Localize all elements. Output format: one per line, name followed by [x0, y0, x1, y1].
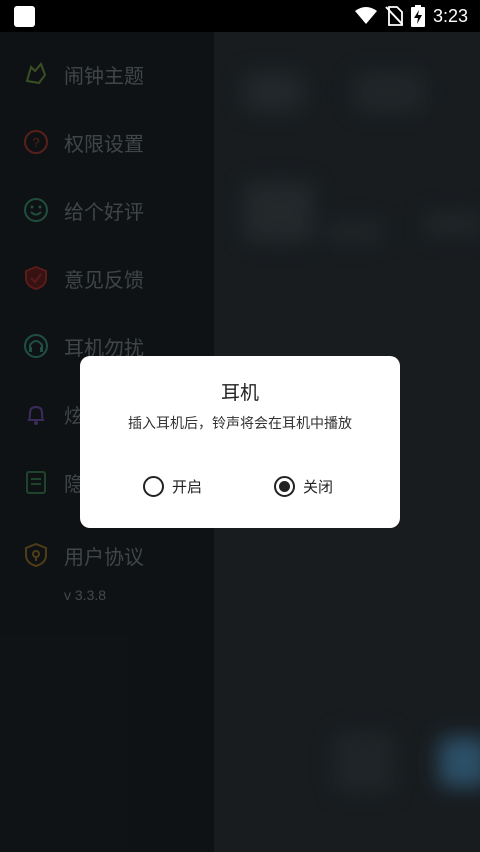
notification-icon — [14, 6, 35, 27]
wifi-icon — [354, 7, 377, 24]
no-sim-icon — [385, 6, 403, 26]
headphones-dialog: 耳机 插入耳机后，铃声将会在耳机中播放 开启 关闭 — [80, 356, 400, 528]
battery-charging-icon — [410, 5, 425, 27]
status-bar: 3:23 — [0, 0, 480, 32]
status-icons: 3:23 — [354, 0, 468, 32]
radio-option-off[interactable]: 关闭 — [274, 474, 333, 498]
radio-label: 关闭 — [303, 477, 334, 496]
radio-option-on[interactable]: 开启 — [143, 474, 202, 498]
screen: 3:23 闹钟主题 ? 权限设置 给个好评 意见反馈 耳机勿扰 炫 隐 用户协议… — [0, 0, 480, 852]
radio-checked-icon[interactable] — [274, 475, 295, 497]
clock-time: 3:23 — [432, 5, 468, 26]
dialog-message: 插入耳机后，铃声将会在耳机中播放 — [128, 416, 352, 432]
radio-label: 开启 — [172, 477, 203, 496]
dialog-title: 耳机 — [220, 382, 259, 404]
radio-unchecked-icon[interactable] — [143, 475, 164, 497]
